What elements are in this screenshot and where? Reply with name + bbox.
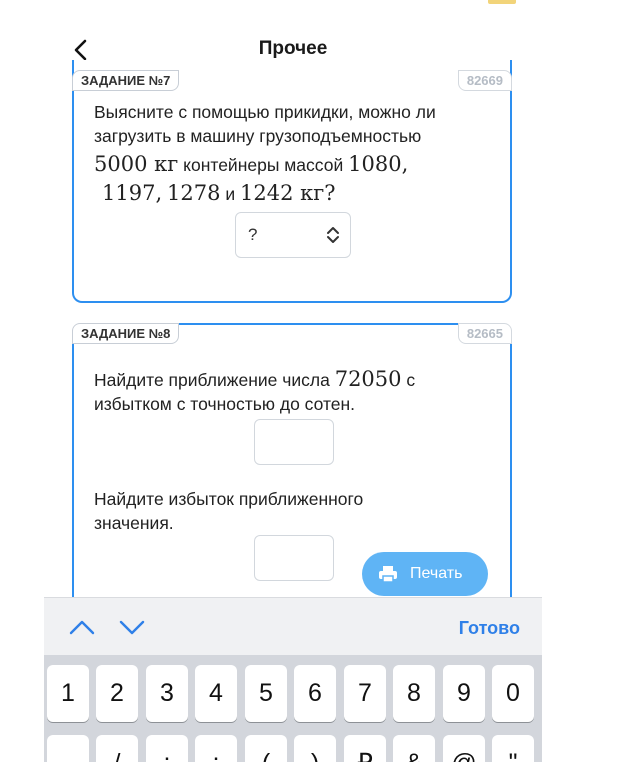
mass-value: 1080, (348, 152, 409, 176)
keyboard-toolbar: Готово (44, 597, 542, 656)
task-id: 82665 (457, 323, 512, 344)
question-line: 1197, 1278 и 1242 кг? (94, 181, 494, 206)
task-label: ЗАДАНИЕ №7 (72, 70, 180, 91)
page-title: Прочее (258, 38, 328, 59)
task-card-7: ЗАДАНИЕ №7 82669 Выясните с помощью прик… (72, 60, 512, 303)
key-3[interactable]: 3 (146, 665, 188, 722)
question-text: и (225, 184, 236, 204)
status-bar (0, 0, 630, 14)
key-semicolon[interactable]: ; (195, 735, 237, 762)
key-7[interactable]: 7 (344, 665, 386, 722)
question-line: Найдите избыток приближенного (94, 489, 364, 509)
key-minus[interactable]: - (47, 735, 89, 762)
chevron-down-icon (119, 620, 145, 635)
key-paren-close[interactable]: ) (294, 735, 336, 762)
answer-input-1[interactable] (254, 419, 334, 465)
mass-value: 1278 (167, 181, 221, 205)
key-paren-open[interactable]: ( (245, 735, 287, 762)
print-button[interactable]: Печать (362, 552, 488, 596)
key-5[interactable]: 5 (245, 665, 287, 722)
print-label: Печать (410, 565, 463, 582)
numeric-keyboard: 1 2 3 4 5 6 7 8 9 0 - / : ; ( ) ₽ & @ " (44, 655, 542, 762)
answer-input-2[interactable] (254, 535, 334, 581)
key-ruble[interactable]: ₽ (344, 735, 386, 762)
key-4[interactable]: 4 (195, 665, 237, 722)
key-ampersand[interactable]: & (393, 735, 435, 762)
mass-value: 1197, (102, 181, 163, 205)
key-at[interactable]: @ (443, 735, 485, 762)
key-quote[interactable]: " (492, 735, 534, 762)
key-9[interactable]: 9 (443, 665, 485, 722)
question-line: значения. (94, 513, 174, 533)
question-text: контейнеры массой (183, 155, 344, 175)
capacity-value: 5000 кг (94, 152, 179, 176)
mass-value: 1242 кг? (239, 181, 336, 205)
key-6[interactable]: 6 (294, 665, 336, 722)
task-label: ЗАДАНИЕ №8 (72, 323, 180, 344)
task-8-question-1: Найдите приближение числа 72050 с избытк… (94, 367, 494, 416)
done-button[interactable]: Готово (459, 618, 520, 639)
key-8[interactable]: 8 (393, 665, 435, 722)
next-field-button[interactable] (118, 616, 146, 638)
task-id: 82669 (457, 70, 512, 91)
question-line: Выясните с помощью прикидки, можно ли (94, 102, 436, 122)
key-slash[interactable]: / (96, 735, 138, 762)
question-text: с (406, 370, 416, 390)
printer-icon (379, 566, 397, 583)
chevron-up-down-icon (327, 227, 339, 243)
previous-field-button[interactable] (68, 616, 96, 638)
question-line: избытком с точностью до сотен. (94, 394, 356, 414)
question-text: Найдите приближение числа (94, 370, 330, 390)
answer-select[interactable]: ? (235, 212, 351, 258)
number-value: 72050 (334, 367, 402, 391)
key-1[interactable]: 1 (47, 665, 89, 722)
task-8-question-2: Найдите избыток приближенного значения. (94, 487, 494, 535)
key-colon[interactable]: : (146, 735, 188, 762)
chevron-up-icon (69, 620, 95, 635)
question-line: 5000 кг контейнеры массой 1080, (94, 152, 494, 177)
question-line: загрузить в машину грузоподъемностью (94, 126, 422, 146)
key-2[interactable]: 2 (96, 665, 138, 722)
question-line: Найдите приближение числа 72050 с (94, 367, 494, 392)
battery-icon (488, 0, 516, 4)
task-7-question: Выясните с помощью прикидки, можно ли за… (94, 100, 494, 206)
key-0[interactable]: 0 (492, 665, 534, 722)
select-value: ? (248, 225, 258, 244)
